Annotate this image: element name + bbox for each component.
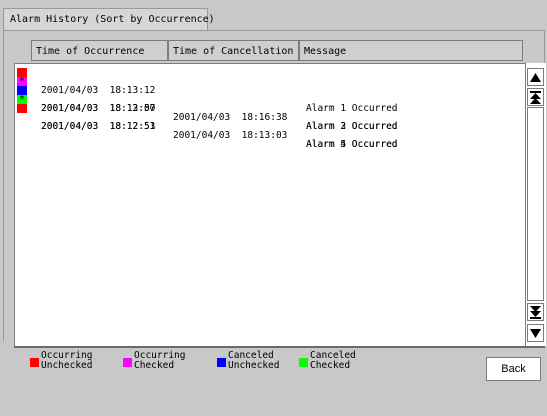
up-arrow-icon[interactable] [527,68,544,86]
alarm-history-screen: Alarm History (Sort by Occurrence) Time … [0,0,547,416]
tab-alarm-history[interactable]: Alarm History (Sort by Occurrence) [3,8,215,30]
column-header-occurrence: Time of Occurrence [31,40,168,61]
table-row[interactable]: 2001/04/03 18:13:12 Alarm 1 Occurred [15,68,398,113]
double-up-arrow-icon[interactable] [527,88,544,106]
legend-label: Occurring Unchecked [41,350,93,371]
legend-item: Canceled Checked [299,351,369,373]
down-arrow-icon[interactable] [527,324,544,342]
list-bottom-border [14,346,545,348]
checked-mark-icon: * [18,76,26,87]
legend-item: Occurring Unchecked [30,351,100,373]
double-down-arrow-icon[interactable] [527,303,544,321]
cancellation-time: 2001/04/03 18:16:38 [173,112,288,123]
checked-mark-icon: * [18,94,26,105]
legend-label: Canceled Unchecked [228,350,280,371]
table-row[interactable]: * 2001/04/03 18:12:53 2001/04/03 18:13:0… [15,94,398,149]
legend-label: Canceled Checked [310,350,356,371]
table-row[interactable]: 2001/04/03 18:12:57 Alarm 3 Occurred [15,86,398,131]
table-row[interactable]: * 2001/04/03 18:13:00 2001/04/03 18:16:3… [15,76,398,131]
column-header-cancellation: Time of Cancellation [168,40,299,61]
alarm-message: Alarm 5 Occurred [306,139,398,150]
alarm-message: Alarm 3 Occurred [306,121,398,132]
legend-item: Occurring Checked [123,351,193,373]
occurrence-time: 2001/04/03 18:12:51 [41,121,156,132]
column-header-message: Message [299,40,523,61]
alarm-message: Alarm 1 Occurred [306,103,398,114]
legend-label: Occurring Checked [134,350,186,371]
legend-swatch [217,358,226,367]
scrollbar[interactable] [525,63,546,346]
legend-swatch [299,358,308,367]
legend-item: Canceled Unchecked [217,351,287,373]
alarm-list: 2001/04/03 18:13:12 Alarm 1 Occurred * 2… [14,63,525,347]
back-button[interactable]: Back [486,357,541,381]
status-square-icon [17,104,27,113]
legend-swatch [123,358,132,367]
cancellation-time: 2001/04/03 18:13:03 [173,130,288,141]
table-row[interactable]: 2001/04/03 18:12:51 Alarm 5 Occurred [15,104,398,149]
scroll-track[interactable] [527,107,544,301]
legend-swatch [30,358,39,367]
